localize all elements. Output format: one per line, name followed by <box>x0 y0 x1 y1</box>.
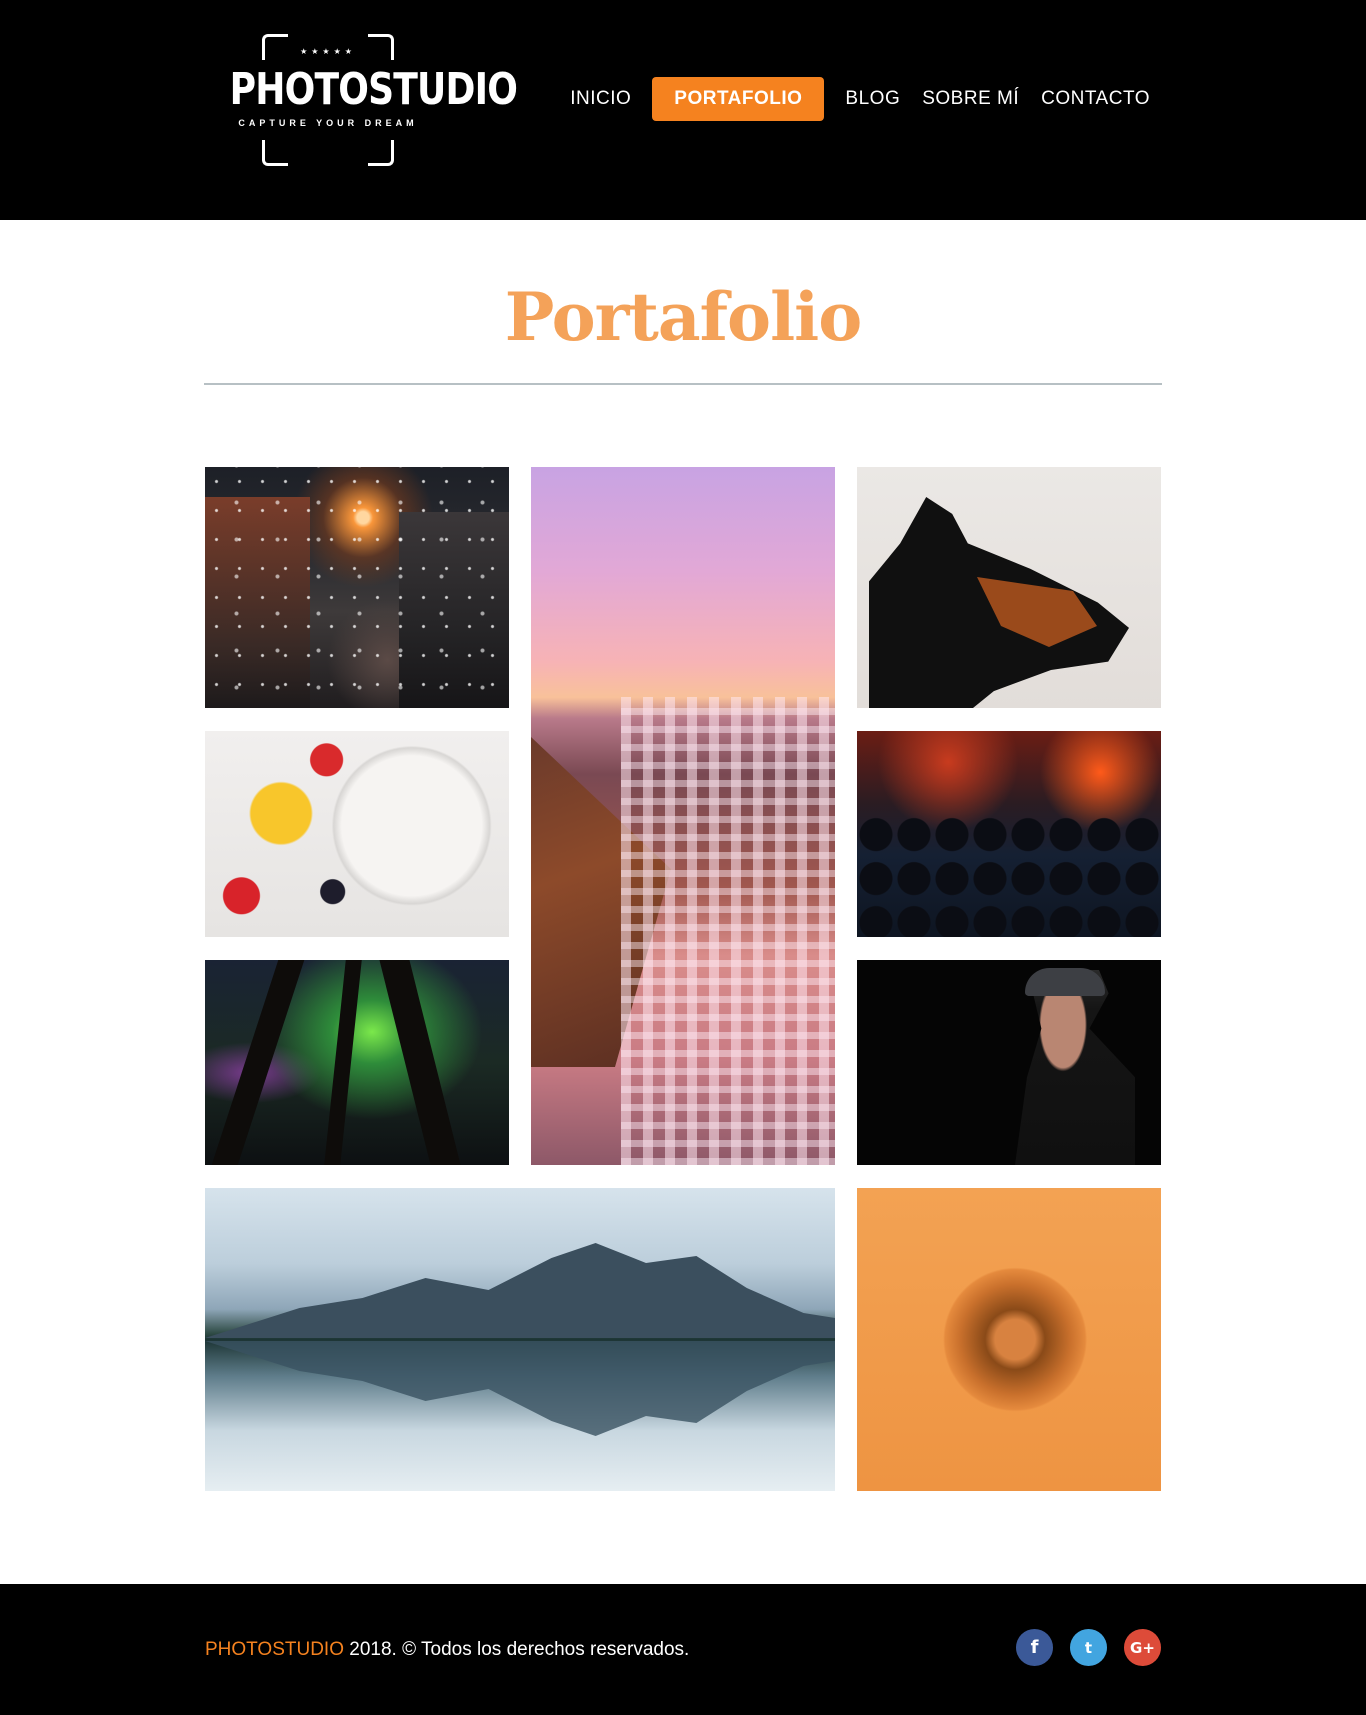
aurora-forest-photo[interactable] <box>205 960 509 1165</box>
snowfall <box>205 467 509 708</box>
footer-brand: PHOTOSTUDIO <box>205 1639 344 1660</box>
google-plus-icon[interactable]: G+ <box>1124 1629 1161 1666</box>
tree-trunk <box>324 960 362 1165</box>
copyright-text: PHOTOSTUDIO 2018. © Todos los derechos r… <box>205 1639 689 1661</box>
woman-in-hat-photo[interactable] <box>857 960 1161 1165</box>
page-title: Portafolio <box>504 278 862 356</box>
nav-portafolio[interactable]: PORTAFOLIO <box>652 77 825 121</box>
main-nav: INICIO PORTAFOLIO BLOG SOBRE MÍ CONTACTO <box>559 77 1161 121</box>
snowy-street-photo[interactable] <box>205 467 509 708</box>
tree-trunk <box>211 960 305 1165</box>
crowd-silhouettes <box>857 817 1161 937</box>
photographer-camera-photo[interactable] <box>857 1188 1161 1491</box>
night-crowd-photo[interactable] <box>857 731 1161 937</box>
mountain-range <box>205 1243 835 1338</box>
woman-figure <box>1015 970 1135 1165</box>
site-header: ★★★★★ PHOTOSTUDIO CAPTURE YOUR DREAM INI… <box>0 0 1366 220</box>
nav-sobre-mi[interactable]: SOBRE MÍ <box>911 77 1030 121</box>
fruit-bowl-photo[interactable] <box>205 731 509 937</box>
photostudio-logo[interactable]: ★★★★★ PHOTOSTUDIO CAPTURE YOUR DREAM <box>208 34 518 166</box>
logo-frame-corner <box>262 140 288 166</box>
facebook-icon[interactable]: f <box>1016 1629 1053 1666</box>
santorini-village-photo[interactable] <box>531 467 835 1165</box>
logo-wordmark: PHOTOSTUDIO <box>229 64 518 115</box>
nav-contacto[interactable]: CONTACTO <box>1030 77 1161 121</box>
mountain-reflection <box>205 1341 835 1436</box>
mountain-lake-reflection-photo[interactable] <box>205 1188 835 1491</box>
nav-blog[interactable]: BLOG <box>834 77 911 121</box>
nav-inicio[interactable]: INICIO <box>559 77 642 121</box>
logo-tagline: CAPTURE YOUR DREAM <box>238 118 418 128</box>
tree-trunk <box>379 960 461 1165</box>
twitter-icon[interactable]: t <box>1070 1629 1107 1666</box>
social-links: f t G+ <box>1016 1629 1161 1666</box>
logo-stars: ★★★★★ <box>300 47 356 56</box>
fedora-hat <box>1025 968 1105 996</box>
copyright-notice: 2018. © Todos los derechos reservados. <box>344 1639 690 1660</box>
white-houses <box>621 697 835 1165</box>
site-footer: PHOTOSTUDIO 2018. © Todos los derechos r… <box>0 1584 1366 1715</box>
logo-frame-corner <box>368 140 394 166</box>
title-divider <box>204 383 1162 385</box>
doberman-dog-photo[interactable] <box>857 467 1161 708</box>
